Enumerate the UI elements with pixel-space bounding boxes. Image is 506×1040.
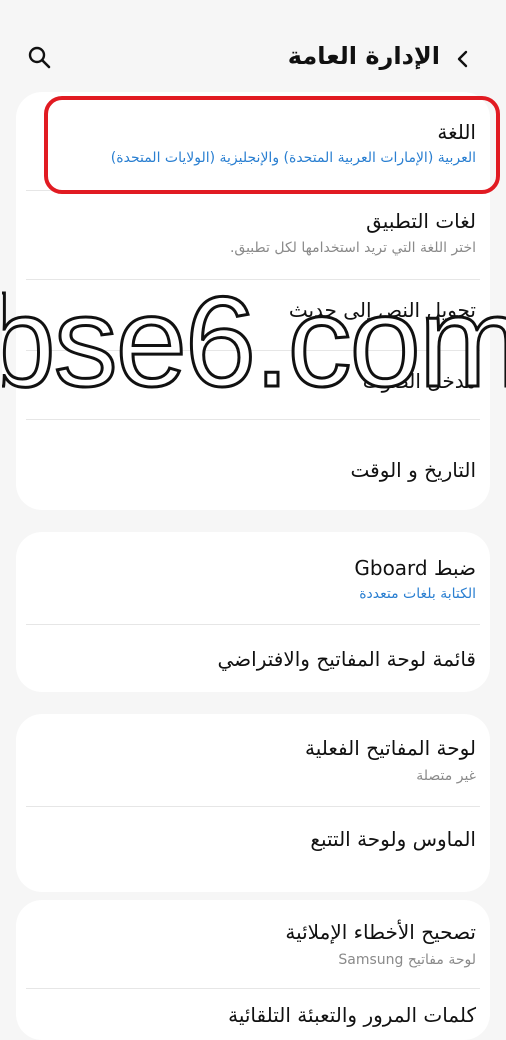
item-title: الماوس ولوحة التتبع bbox=[310, 827, 476, 851]
item-title: كلمات المرور والتعبئة التلقائية bbox=[228, 1003, 476, 1027]
back-icon[interactable] bbox=[450, 46, 476, 72]
item-title: مدخل الصوت bbox=[362, 369, 476, 393]
list-item-app-languages[interactable]: لغات التطبيق اختر اللغة التي تريد استخدا… bbox=[16, 191, 490, 279]
item-subtitle: الكتابة بلغات متعددة bbox=[359, 586, 476, 602]
list-item-keyboard-list-default[interactable]: قائمة لوحة المفاتيح والافتراضي bbox=[16, 625, 490, 692]
list-item-gboard-settings[interactable]: ضبط Gboard الكتابة بلغات متعددة bbox=[16, 532, 490, 624]
list-item-language[interactable]: اللغة العربية (الإمارات العربية المتحدة)… bbox=[16, 92, 490, 190]
item-title: لوحة المفاتيح الفعلية bbox=[305, 736, 476, 760]
item-title: اللغة bbox=[437, 120, 476, 144]
list-item-mouse-trackpad[interactable]: الماوس ولوحة التتبع bbox=[16, 807, 490, 892]
list-item-physical-keyboard[interactable]: لوحة المفاتيح الفعلية غير متصلة bbox=[16, 714, 490, 806]
search-icon[interactable] bbox=[26, 44, 54, 72]
input-devices-card: لوحة المفاتيح الفعلية غير متصلة الماوس و… bbox=[16, 714, 490, 892]
list-item-date-time[interactable]: التاريخ و الوقت bbox=[16, 420, 490, 510]
app-header: الإدارة العامة bbox=[0, 0, 506, 90]
item-title: تصحيح الأخطاء الإملائية bbox=[285, 920, 476, 944]
item-title: قائمة لوحة المفاتيح والافتراضي bbox=[217, 647, 477, 671]
text-services-card: تصحيح الأخطاء الإملائية لوحة مفاتيح Sams… bbox=[16, 900, 490, 1040]
item-title: التاريخ و الوقت bbox=[350, 458, 476, 482]
item-subtitle: اختر اللغة التي تريد استخدامها لكل تطبيق… bbox=[229, 240, 476, 256]
page-title: الإدارة العامة bbox=[287, 42, 440, 70]
list-item-text-to-speech[interactable]: تحويل النص إلى حديث bbox=[16, 280, 490, 350]
item-subtitle: العربية (الإمارات العربية المتحدة) والإن… bbox=[110, 150, 476, 166]
item-title: تحويل النص إلى حديث bbox=[288, 298, 476, 322]
language-settings-card: اللغة العربية (الإمارات العربية المتحدة)… bbox=[16, 92, 490, 510]
list-item-voice-input[interactable]: مدخل الصوت bbox=[16, 351, 490, 419]
item-subtitle: لوحة مفاتيح Samsung bbox=[338, 952, 476, 968]
list-item-spell-check[interactable]: تصحيح الأخطاء الإملائية لوحة مفاتيح Sams… bbox=[16, 900, 490, 988]
item-title: ضبط Gboard bbox=[354, 556, 476, 580]
keyboard-settings-card: ضبط Gboard الكتابة بلغات متعددة قائمة لو… bbox=[16, 532, 490, 692]
list-item-passwords-autofill[interactable]: كلمات المرور والتعبئة التلقائية bbox=[16, 989, 490, 1040]
item-title: لغات التطبيق bbox=[366, 209, 476, 233]
item-subtitle: غير متصلة bbox=[416, 768, 476, 784]
